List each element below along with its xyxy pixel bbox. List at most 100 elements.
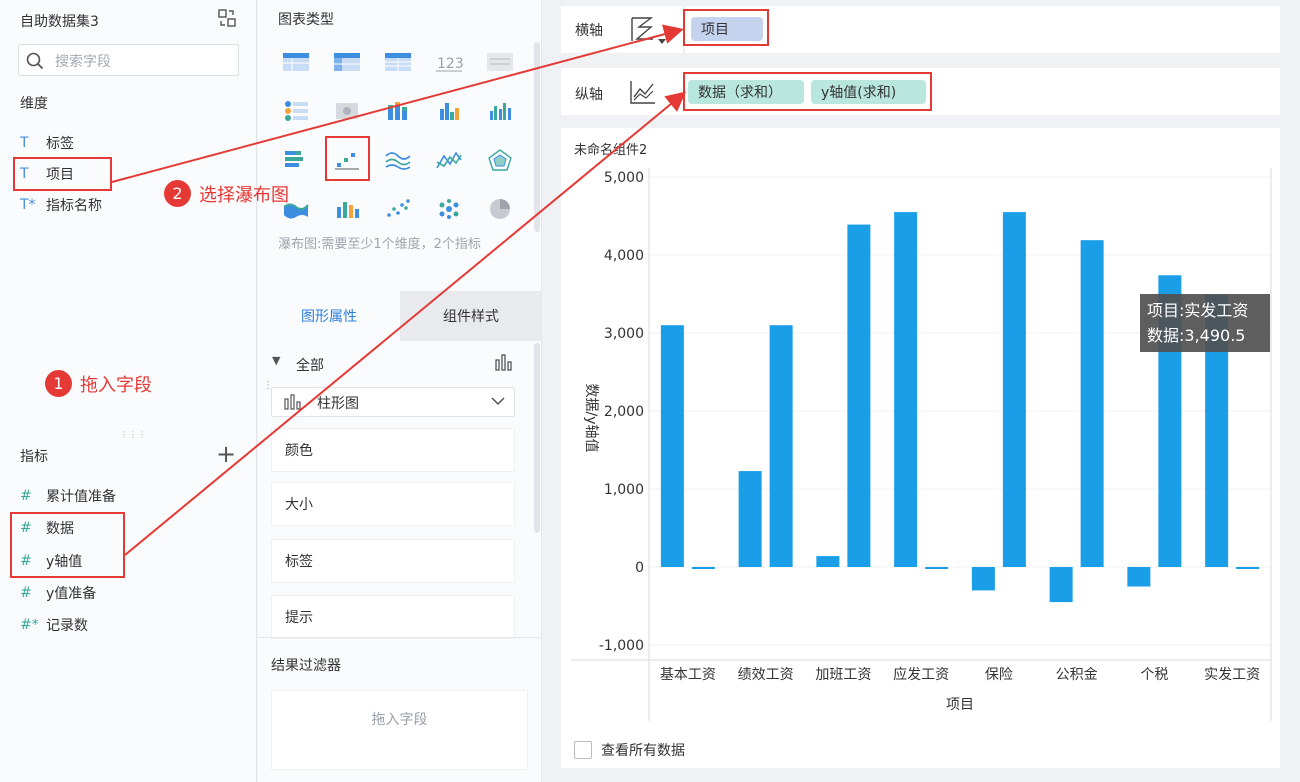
number-type-icon: #* [20, 617, 39, 633]
dataset-title: 自助数据集3 [20, 14, 99, 30]
stacked-bar-icon[interactable] [380, 97, 416, 125]
measure-section-title: 指标 [20, 449, 48, 465]
y-tick-label: 2,000 [604, 404, 644, 420]
annotation-box-y-fields [683, 72, 932, 111]
annotation-step1: 1 拖入字段 [45, 370, 152, 397]
y-tick-label: 5,000 [604, 170, 644, 186]
annotation-box-measures [10, 512, 125, 578]
combo-bar-icon[interactable] [329, 195, 365, 223]
view-all-data-checkbox[interactable] [574, 741, 592, 759]
bar-data-6 [1127, 567, 1151, 587]
radar-icon[interactable] [482, 146, 518, 174]
waterfall-chart: 5,000 4,000 3,000 2,000 1,000 0 -1,000 基本工资 绩效工资… [571, 168, 1272, 721]
line-icon[interactable] [431, 146, 467, 174]
bar-data-5 [1049, 567, 1073, 603]
add-measure-button[interactable]: + [216, 442, 236, 466]
x-axis-title: 项目 [946, 697, 974, 713]
scrollbar[interactable] [534, 42, 540, 232]
waterfall-icon[interactable] [629, 15, 666, 44]
switch-dataset-icon[interactable] [217, 8, 237, 28]
bubble-icon[interactable] [431, 195, 467, 223]
x-tick-label: 应发工资 [893, 666, 949, 683]
field-label: 记录数 [46, 618, 88, 634]
chevron-down-icon: ▼ [272, 354, 281, 367]
y-tick-label: 0 [635, 560, 644, 576]
table-icon[interactable] [278, 48, 314, 76]
tab-graph-properties[interactable]: 图形属性 [258, 291, 400, 341]
detail-table-icon[interactable] [380, 48, 416, 76]
scrollbar[interactable] [534, 343, 540, 533]
bar-y-axis-0 [691, 567, 715, 569]
dimension-item-label[interactable]: T 标签 [20, 130, 74, 156]
pie-icon[interactable] [482, 195, 518, 223]
prop-label[interactable]: 标签 [271, 539, 515, 583]
annotation-step2: 2 选择瀑布图 [164, 180, 289, 207]
bar-data-2 [816, 556, 840, 567]
tooltip-line-item: 项目:实发工资 [1147, 301, 1249, 320]
chart-type-select[interactable]: 柱形图 [271, 387, 515, 417]
cross-table-icon[interactable] [329, 48, 365, 76]
bar-chart-icon [284, 393, 302, 415]
svg-text:123: 123 [437, 56, 463, 72]
column-icon[interactable] [482, 97, 518, 125]
property-tabs: 图形属性 组件样式 [258, 291, 542, 341]
area-line-icon[interactable] [380, 146, 416, 174]
bar-y-axis-7 [1236, 567, 1260, 569]
view-all-data-label: 查看所有数据 [601, 743, 685, 759]
x-tick-label: 绩效工资 [738, 667, 794, 683]
kpi-number-icon[interactable]: 123 [431, 48, 467, 76]
step-number: 2 [164, 180, 191, 207]
resize-handle[interactable]: ⋮⋮⋮ [120, 431, 146, 439]
y-axis-label: 纵轴 [575, 87, 603, 103]
step-text: 拖入字段 [80, 374, 152, 396]
y-tick-label: 1,000 [604, 482, 644, 498]
field-label: 累计值准备 [46, 489, 116, 505]
measure-item-cumulative[interactable]: # 累计值准备 [20, 483, 116, 509]
dimension-item-metric-name[interactable]: T* 指标名称 [20, 192, 102, 218]
y-tick-label: -1,000 [599, 638, 644, 654]
chart-card: 未命名组件2 5,000 4,000 3,000 2,000 1,000 0 -1,000 基… [561, 128, 1280, 768]
result-filter-title: 结果过滤器 [271, 658, 341, 674]
chart-type-title: 图表类型 [278, 12, 334, 28]
chart-tooltip: 项目:实发工资 数据:3,490.5 [1140, 294, 1270, 352]
bar-y-axis-4 [1002, 212, 1026, 567]
x-tick-label: 实发工资 [1204, 667, 1260, 683]
prop-size[interactable]: 大小 [271, 482, 515, 526]
annotation-box-x-field [683, 9, 769, 46]
bar-y-axis-1 [769, 325, 793, 567]
all-series-row[interactable]: ▼ 全部 [272, 352, 522, 378]
y-tick-label: 4,000 [604, 248, 644, 264]
horizontal-bar-icon[interactable] [278, 146, 314, 174]
y-tick-label: 3,000 [604, 326, 644, 342]
chevron-down-icon [490, 393, 506, 413]
result-filter-dropzone[interactable]: 拖入字段 [271, 690, 528, 770]
bar-y-axis-5 [1080, 240, 1104, 567]
prop-tooltip[interactable]: 提示 [271, 595, 515, 639]
search-placeholder: 搜索字段 [55, 54, 111, 70]
search-field-input[interactable]: 搜索字段 [18, 44, 239, 76]
tab-component-style[interactable]: 组件样式 [400, 291, 542, 341]
tooltip-line-value: 数据:3,490.5 [1147, 326, 1246, 345]
x-tick-label: 个税 [1140, 667, 1168, 683]
field-label: 指标名称 [46, 198, 102, 214]
prop-color[interactable]: 颜色 [271, 428, 515, 472]
step-number: 1 [45, 370, 72, 397]
measure-item-record-count[interactable]: #* 记录数 [20, 612, 88, 638]
search-icon [26, 52, 44, 70]
line-chart-icon[interactable] [629, 79, 657, 107]
bar-data-1 [738, 471, 762, 567]
step-text: 选择瀑布图 [199, 184, 289, 206]
grouped-table-icon[interactable] [278, 97, 314, 125]
x-axis-label: 横轴 [575, 23, 603, 39]
chart-type-hint: 瀑布图:需要至少1个维度，2个指标 [278, 237, 481, 252]
bar-icon[interactable] [431, 97, 467, 125]
scatter-icon[interactable] [380, 195, 416, 223]
measure-item-y-prep[interactable]: # y值准备 [20, 580, 96, 606]
number-type-icon: # [20, 585, 32, 601]
x-tick-label: 保险 [985, 667, 1013, 683]
y-axis-title: 数据/y轴值 [583, 383, 599, 452]
map-icon[interactable] [329, 97, 365, 125]
annotation-box-project [13, 157, 112, 191]
text-table-icon[interactable] [482, 48, 518, 76]
bar-chart-icon [494, 352, 514, 376]
